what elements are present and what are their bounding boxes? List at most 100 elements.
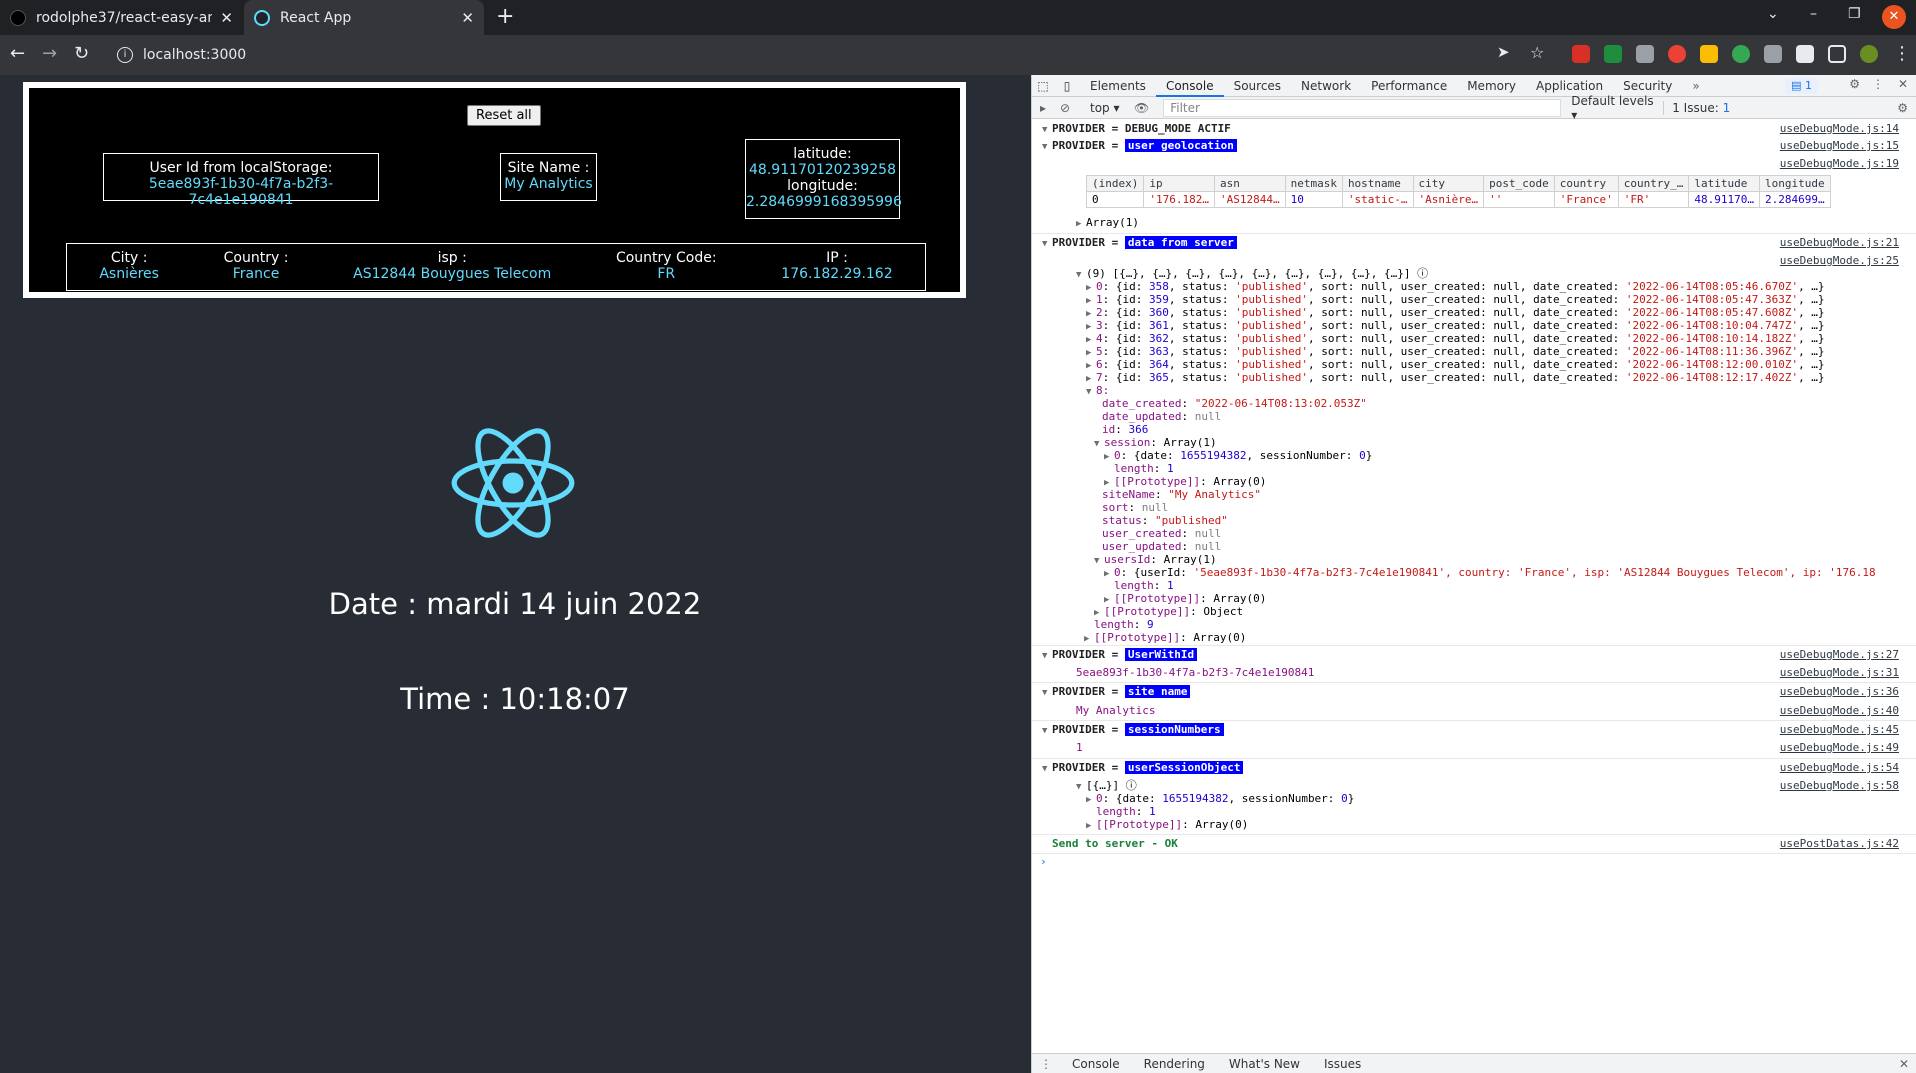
- source-link[interactable]: useDebugMode.js:27: [1780, 647, 1899, 663]
- profile-avatar[interactable]: [1860, 45, 1878, 63]
- device-toolbar-icon[interactable]: ▯: [1054, 79, 1080, 93]
- drawer-tab-issues[interactable]: Issues: [1312, 1057, 1373, 1071]
- tab-github[interactable]: rodolphe37/react-easy-an ✕: [0, 0, 243, 35]
- provider-prefix: PROVIDER =: [1052, 723, 1125, 736]
- send-icon[interactable]: ➤: [1497, 43, 1510, 61]
- expanded-triangle-icon[interactable]: ▼: [1042, 723, 1052, 739]
- provider-prefix: PROVIDER =: [1052, 685, 1125, 698]
- reload-icon[interactable]: ↻: [74, 43, 89, 64]
- menu-icon[interactable]: ⋮: [1893, 43, 1911, 64]
- site-info-icon[interactable]: i: [117, 47, 133, 63]
- extension-icon[interactable]: [1700, 45, 1718, 63]
- sidebar-toggle-icon[interactable]: ▸: [1032, 101, 1054, 115]
- reset-all-button[interactable]: Reset all: [467, 105, 541, 126]
- forward-icon[interactable]: →: [42, 43, 57, 64]
- extension-icon[interactable]: [1636, 45, 1654, 63]
- address-bar[interactable]: i localhost:3000: [105, 39, 1505, 71]
- country-label: Country :: [223, 250, 289, 266]
- close-window-icon[interactable]: ✕: [1882, 5, 1906, 29]
- drawer-tab-rendering[interactable]: Rendering: [1132, 1057, 1217, 1071]
- tab-memory[interactable]: Memory: [1457, 75, 1526, 97]
- minimize-icon[interactable]: –: [1810, 6, 1817, 22]
- drawer-menu-icon[interactable]: ⋮: [1032, 1057, 1060, 1071]
- block-extension-icon[interactable]: [1668, 45, 1686, 63]
- collapsed-triangle-icon[interactable]: ▶: [1086, 818, 1096, 834]
- country-code-value: FR: [657, 266, 676, 282]
- city-label: City :: [110, 250, 148, 266]
- geo-table-header[interactable]: (index): [1085, 175, 1145, 192]
- issues-badge[interactable]: ▤ 1: [1785, 78, 1818, 94]
- isp-cell: isp : AS12844 Bouygues Telecom: [353, 250, 551, 290]
- flag-extension-icon[interactable]: [1604, 45, 1622, 63]
- geo-table-header[interactable]: ip: [1143, 175, 1215, 192]
- user-id-box: User Id from localStorage: 5eae893f-1b30…: [103, 153, 379, 208]
- devtools-menu-icon[interactable]: ⋮: [1872, 77, 1884, 91]
- drawer-tab-console[interactable]: Console: [1060, 1057, 1132, 1071]
- more-tabs-icon[interactable]: »: [1682, 79, 1709, 93]
- live-expression-eye-icon[interactable]: 👁: [1134, 101, 1149, 115]
- geo-table-header[interactable]: post_code: [1483, 175, 1555, 192]
- console-prompt-line[interactable]: ›: [1032, 854, 1916, 870]
- source-link[interactable]: useDebugMode.js:14: [1780, 121, 1899, 137]
- expanded-triangle-icon[interactable]: ▼: [1042, 236, 1052, 252]
- github-icon: [10, 9, 26, 26]
- close-tab-icon[interactable]: ✕: [220, 9, 233, 27]
- new-tab-button[interactable]: +: [496, 4, 514, 29]
- expanded-triangle-icon[interactable]: ▼: [1042, 761, 1052, 777]
- geo-table-header[interactable]: longitude: [1758, 175, 1831, 192]
- source-link[interactable]: useDebugMode.js:36: [1780, 684, 1899, 700]
- source-link[interactable]: useDebugMode.js:21: [1780, 235, 1899, 251]
- clear-console-icon[interactable]: ⊘: [1054, 101, 1076, 115]
- tab-console[interactable]: Console: [1155, 75, 1224, 97]
- geo-table-header[interactable]: hostname: [1341, 175, 1414, 192]
- tab-elements[interactable]: Elements: [1080, 75, 1156, 97]
- array-label: Array(1): [1086, 216, 1139, 229]
- source-link[interactable]: useDebugMode.js:31: [1780, 665, 1899, 681]
- side-panel-icon[interactable]: [1828, 45, 1846, 63]
- console-filter-input[interactable]: Filter: [1163, 98, 1562, 117]
- bookmark-star-icon[interactable]: ☆: [1530, 43, 1544, 62]
- tab-react-app[interactable]: React App ✕: [244, 0, 484, 35]
- collapsed-triangle-icon[interactable]: ▶: [1076, 216, 1086, 232]
- log-levels-dropdown[interactable]: Default levels ▾: [1571, 94, 1657, 122]
- inspect-element-icon[interactable]: ⬚: [1032, 79, 1054, 93]
- geo-table-header[interactable]: netmask: [1284, 175, 1343, 192]
- geo-table-header[interactable]: country: [1553, 175, 1619, 192]
- expanded-triangle-icon[interactable]: ▼: [1042, 122, 1052, 138]
- source-link[interactable]: useDebugMode.js:49: [1780, 740, 1899, 756]
- puzzle-icon[interactable]: [1796, 45, 1814, 63]
- source-link[interactable]: useDebugMode.js:15: [1780, 138, 1899, 154]
- tab-performance[interactable]: Performance: [1361, 75, 1457, 97]
- provider-prefix: PROVIDER =: [1052, 761, 1125, 774]
- drawer-tab-whats-new[interactable]: What's New: [1217, 1057, 1312, 1071]
- frog-extension-icon[interactable]: [1732, 45, 1750, 63]
- tab-network[interactable]: Network: [1291, 75, 1361, 97]
- expanded-triangle-icon[interactable]: ▼: [1042, 685, 1052, 701]
- expanded-triangle-icon[interactable]: ▼: [1042, 139, 1052, 155]
- expanded-triangle-icon[interactable]: ▼: [1042, 648, 1052, 664]
- back-icon[interactable]: ←: [10, 43, 25, 64]
- camera-icon[interactable]: [1764, 45, 1782, 63]
- restore-icon[interactable]: ❐: [1848, 6, 1861, 22]
- settings-gear-icon[interactable]: ⚙: [1849, 77, 1860, 91]
- tab-search-icon[interactable]: ⌄: [1767, 6, 1779, 22]
- extension-icon[interactable]: [1572, 45, 1590, 63]
- close-drawer-icon[interactable]: ✕: [1899, 1057, 1909, 1071]
- tab-sources[interactable]: Sources: [1224, 75, 1291, 97]
- console-settings-icon[interactable]: ⚙: [1897, 101, 1908, 115]
- source-link[interactable]: useDebugMode.js:40: [1780, 703, 1899, 719]
- geo-table-header[interactable]: asn: [1213, 175, 1286, 192]
- prop-key: [[Prototype]]: [1096, 818, 1183, 831]
- source-link[interactable]: useDebugMode.js:54: [1780, 760, 1899, 776]
- context-selector[interactable]: top ▾: [1090, 101, 1126, 115]
- latitude-label: latitude:: [793, 146, 852, 162]
- geo-table-header[interactable]: latitude: [1688, 175, 1760, 192]
- issues-counter[interactable]: 1 Issue: 1: [1663, 100, 1730, 115]
- geo-table-header[interactable]: city: [1412, 175, 1485, 192]
- close-tab-icon[interactable]: ✕: [461, 9, 474, 27]
- source-link[interactable]: usePostDatas.js:42: [1780, 836, 1899, 852]
- source-link[interactable]: useDebugMode.js:19: [1780, 156, 1899, 172]
- geo-table-header[interactable]: country_…: [1617, 175, 1690, 192]
- source-link[interactable]: useDebugMode.js:45: [1780, 722, 1899, 738]
- close-devtools-icon[interactable]: ✕: [1898, 77, 1908, 91]
